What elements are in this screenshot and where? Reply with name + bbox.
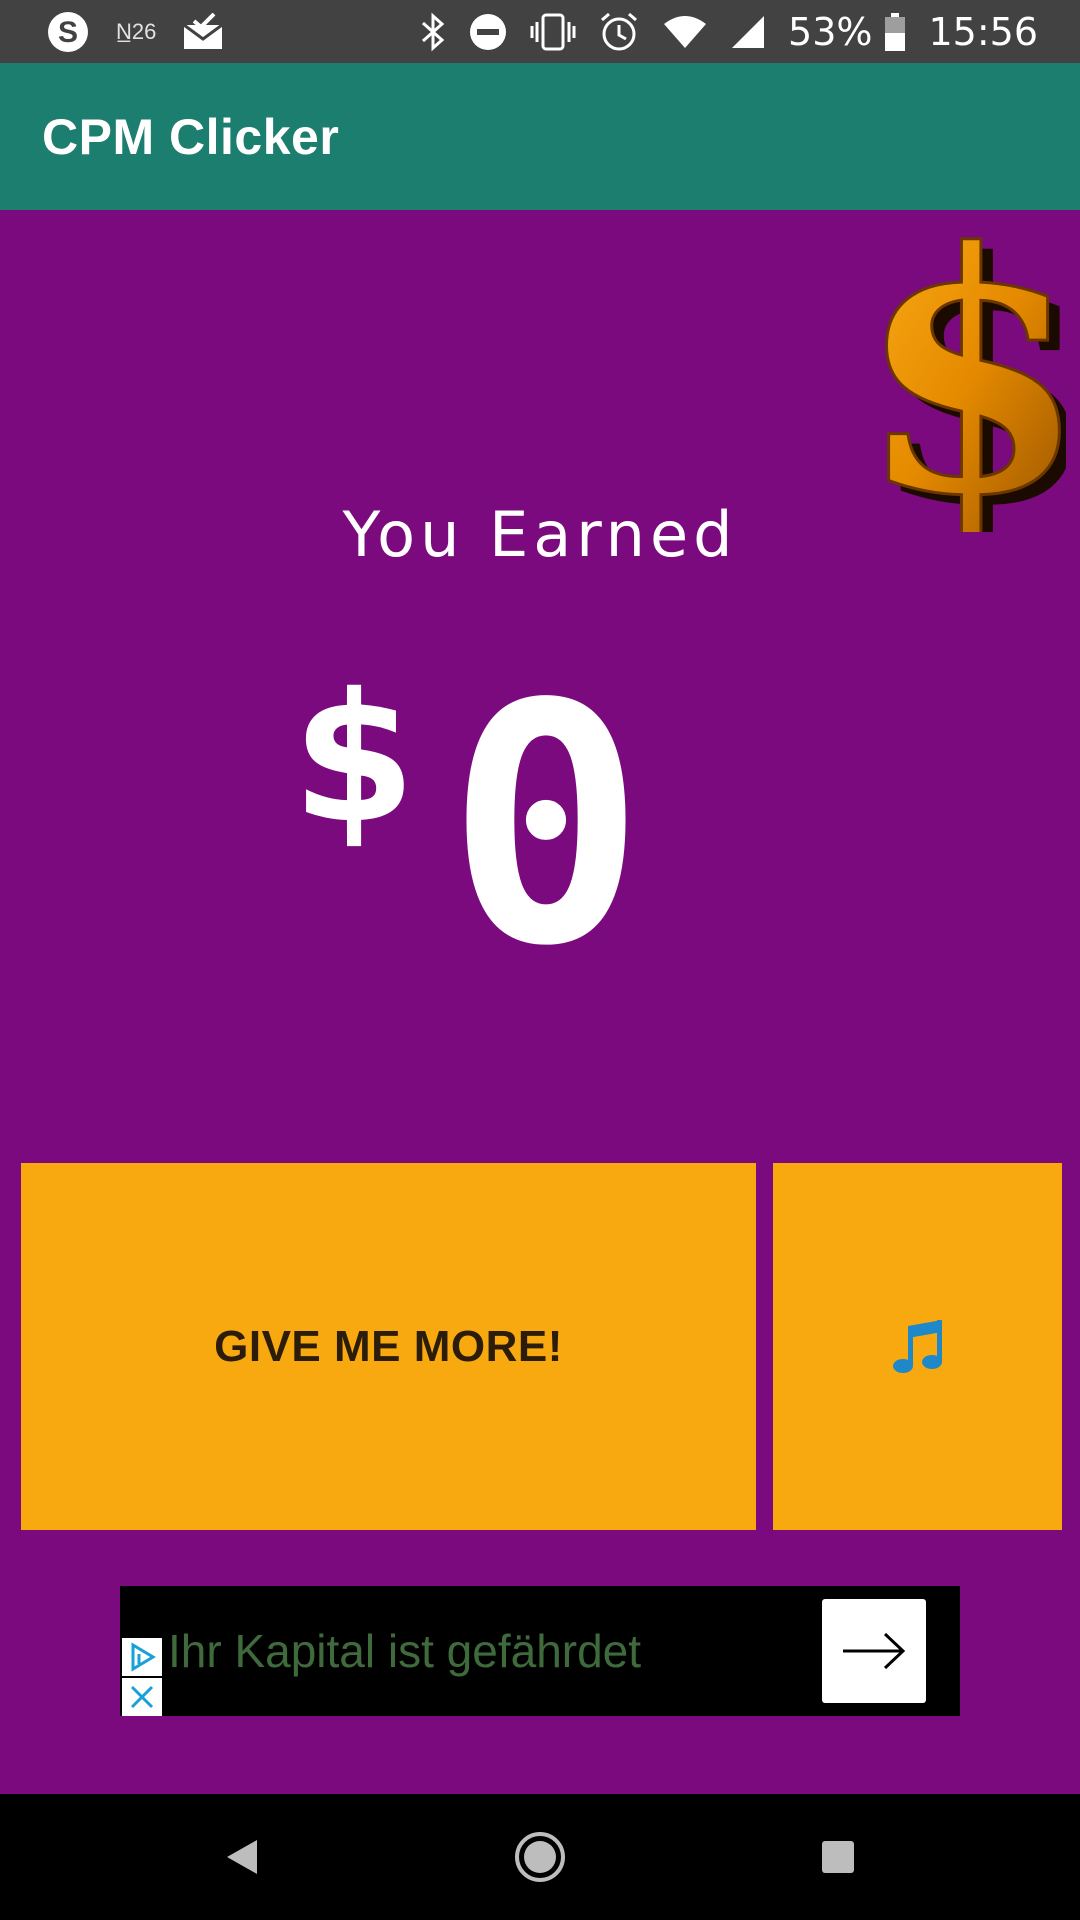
wifi-icon — [662, 14, 708, 50]
give-me-more-label: GIVE ME MORE! — [214, 1321, 563, 1371]
music-note-icon — [892, 1319, 942, 1373]
bluetooth-icon — [420, 12, 446, 52]
currency-symbol: $ — [292, 655, 416, 862]
earned-amount: 0 — [446, 634, 646, 1018]
ad-text[interactable]: Ihr Kapital ist gefährdet — [168, 1624, 641, 1678]
navigation-bar — [0, 1794, 1080, 1920]
cell-signal-icon — [730, 14, 766, 50]
recents-button[interactable] — [778, 1794, 898, 1920]
back-button[interactable] — [182, 1794, 302, 1920]
back-icon — [227, 1840, 257, 1874]
mail-check-icon — [182, 12, 224, 51]
alarm-icon — [598, 11, 640, 53]
vibrate-icon — [530, 12, 576, 52]
clock-time: 15:56 — [928, 9, 1038, 54]
earned-label: You Earned — [342, 498, 738, 571]
skype-icon: S — [46, 10, 90, 54]
music-toggle-button[interactable] — [773, 1163, 1062, 1530]
ad-close-icon[interactable] — [122, 1678, 162, 1716]
give-me-more-button[interactable]: GIVE ME MORE! — [21, 1163, 756, 1530]
battery-icon — [884, 12, 906, 52]
home-icon — [515, 1832, 565, 1882]
ad-banner[interactable]: Ihr Kapital ist gefährdet — [120, 1586, 960, 1716]
app-title: CPM Clicker — [42, 108, 340, 165]
ad-choices — [122, 1638, 164, 1716]
ad-choices-icon[interactable] — [122, 1638, 162, 1676]
app-bar: CPM Clicker — [0, 63, 1080, 210]
status-bar: S N̲26 53% 15:56 — [0, 0, 1080, 63]
svg-text:$: $ — [880, 228, 1066, 532]
status-right-icons: 53% 15:56 — [398, 10, 1038, 54]
status-left-icons: S N̲26 — [46, 10, 250, 54]
gold-dollar-icon: $ $ — [880, 228, 1066, 532]
recents-icon — [822, 1841, 854, 1873]
home-button[interactable] — [480, 1794, 600, 1920]
do-not-disturb-icon — [468, 12, 508, 52]
ad-open-button[interactable] — [822, 1599, 926, 1703]
n26-icon: N̲26 — [116, 18, 157, 44]
battery-percent: 53% — [788, 9, 873, 54]
arrow-right-icon — [843, 1632, 906, 1670]
svg-text:S: S — [58, 16, 78, 49]
